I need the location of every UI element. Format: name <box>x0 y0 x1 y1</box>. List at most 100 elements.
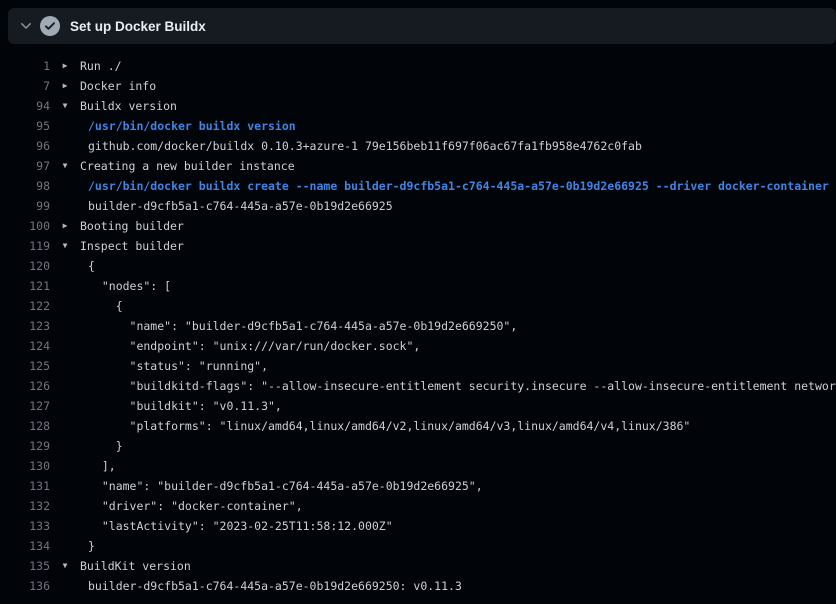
log-group-row[interactable]: 100▶Booting builder <box>0 216 836 236</box>
line-number[interactable]: 133 <box>0 516 50 536</box>
log-line: 96 github.com/docker/buildx 0.10.3+azure-… <box>0 136 836 156</box>
log-group-row[interactable]: 7▶Docker info <box>0 76 836 96</box>
triangle-down-icon[interactable]: ▼ <box>50 96 80 116</box>
output-text: "nodes": [ <box>80 276 171 296</box>
log-line: 128 "platforms": "linux/amd64,linux/amd6… <box>0 416 836 436</box>
line-number[interactable]: 129 <box>0 436 50 456</box>
check-circle-icon <box>40 16 60 36</box>
line-number[interactable]: 126 <box>0 376 50 396</box>
log-line: 123 "name": "builder-d9cfb5a1-c764-445a-… <box>0 316 836 336</box>
line-number[interactable]: 128 <box>0 416 50 436</box>
output-text: "name": "builder-d9cfb5a1-c764-445a-a57e… <box>80 316 517 336</box>
output-text: "platforms": "linux/amd64,linux/amd64/v2… <box>80 416 690 436</box>
line-number[interactable]: 96 <box>0 136 50 156</box>
log-line: 122 { <box>0 296 836 316</box>
output-text: github.com/docker/buildx 0.10.3+azure-1 … <box>80 136 642 156</box>
line-number[interactable]: 119 <box>0 236 50 256</box>
line-number[interactable]: 1 <box>0 56 50 76</box>
log-area: 1▶Run ./7▶Docker info94▼Buildx version95… <box>0 44 836 604</box>
log-group-row[interactable]: 135▼BuildKit version <box>0 556 836 576</box>
line-number[interactable]: 95 <box>0 116 50 136</box>
arrow-spacer <box>50 196 80 216</box>
line-number[interactable]: 97 <box>0 156 50 176</box>
line-number[interactable]: 127 <box>0 396 50 416</box>
arrow-spacer <box>50 476 80 496</box>
log-line: 95/usr/bin/docker buildx version <box>0 116 836 136</box>
group-title[interactable]: Run ./ <box>80 56 122 76</box>
triangle-right-icon[interactable]: ▶ <box>50 76 80 96</box>
log-line: 99 builder-d9cfb5a1-c764-445a-a57e-0b19d2… <box>0 196 836 216</box>
line-number[interactable]: 130 <box>0 456 50 476</box>
log-line: 127 "buildkit": "v0.11.3", <box>0 396 836 416</box>
step-title: Set up Docker Buildx <box>70 19 206 34</box>
line-number[interactable]: 120 <box>0 256 50 276</box>
log-line: 130 ], <box>0 456 836 476</box>
arrow-spacer <box>50 356 80 376</box>
line-number[interactable]: 121 <box>0 276 50 296</box>
log-line: 126 "buildkitd-flags": "--allow-insecure… <box>0 376 836 396</box>
output-text: "name": "builder-d9cfb5a1-c764-445a-a57e… <box>80 476 483 496</box>
triangle-down-icon[interactable]: ▼ <box>50 156 80 176</box>
arrow-spacer <box>50 396 80 416</box>
line-number[interactable]: 100 <box>0 216 50 236</box>
line-number[interactable]: 134 <box>0 536 50 556</box>
line-number[interactable]: 136 <box>0 576 50 596</box>
log-line: 136 builder-d9cfb5a1-c764-445a-a57e-0b19d… <box>0 576 836 596</box>
line-number[interactable]: 125 <box>0 356 50 376</box>
triangle-down-icon[interactable]: ▼ <box>50 556 80 576</box>
log-line: 124 "endpoint": "unix:///var/run/docker.… <box>0 336 836 356</box>
line-number[interactable]: 131 <box>0 476 50 496</box>
log-group-row[interactable]: 1▶Run ./ <box>0 56 836 76</box>
group-title[interactable]: Creating a new builder instance <box>80 156 295 176</box>
output-text: "buildkitd-flags": "--allow-insecure-ent… <box>80 376 836 396</box>
arrow-spacer <box>50 256 80 276</box>
line-number[interactable]: 124 <box>0 336 50 356</box>
actions-log-page: { "header": { "title": "Set up Docker Bu… <box>0 0 836 604</box>
log-line: 132 "driver": "docker-container", <box>0 496 836 516</box>
line-number[interactable]: 122 <box>0 296 50 316</box>
arrow-spacer <box>50 456 80 476</box>
log-line: 121 "nodes": [ <box>0 276 836 296</box>
arrow-spacer <box>50 416 80 436</box>
group-title[interactable]: Docker info <box>80 76 156 96</box>
output-text: "driver": "docker-container", <box>80 496 303 516</box>
group-title[interactable]: Inspect builder <box>80 236 184 256</box>
output-text: builder-d9cfb5a1-c764-445a-a57e-0b19d2e6… <box>80 576 462 596</box>
arrow-spacer <box>50 516 80 536</box>
log-line: 133 "lastActivity": "2023-02-25T11:58:12… <box>0 516 836 536</box>
log-line: 131 "name": "builder-d9cfb5a1-c764-445a-… <box>0 476 836 496</box>
log-line: 129 } <box>0 436 836 456</box>
group-title[interactable]: Buildx version <box>80 96 177 116</box>
triangle-down-icon[interactable]: ▼ <box>50 236 80 256</box>
output-text: { <box>80 256 95 276</box>
line-number[interactable]: 7 <box>0 76 50 96</box>
line-number[interactable]: 94 <box>0 96 50 116</box>
step-header[interactable]: Set up Docker Buildx <box>8 8 836 44</box>
output-text: } <box>80 436 123 456</box>
triangle-right-icon[interactable]: ▶ <box>50 56 80 76</box>
arrow-spacer <box>50 116 80 136</box>
triangle-right-icon[interactable]: ▶ <box>50 216 80 236</box>
arrow-spacer <box>50 316 80 336</box>
log-group-row[interactable]: 94▼Buildx version <box>0 96 836 116</box>
line-number[interactable]: 99 <box>0 196 50 216</box>
arrow-spacer <box>50 276 80 296</box>
group-title[interactable]: Booting builder <box>80 216 184 236</box>
arrow-spacer <box>50 436 80 456</box>
log-line: 120 { <box>0 256 836 276</box>
line-number[interactable]: 98 <box>0 176 50 196</box>
log-group-row[interactable]: 119▼Inspect builder <box>0 236 836 256</box>
output-text: ], <box>80 456 116 476</box>
line-number[interactable]: 135 <box>0 556 50 576</box>
log-line: 98/usr/bin/docker buildx create --name b… <box>0 176 836 196</box>
chevron-down-icon[interactable] <box>18 18 34 34</box>
log-line: 134} <box>0 536 836 556</box>
output-text: "endpoint": "unix:///var/run/docker.sock… <box>80 336 420 356</box>
line-number[interactable]: 123 <box>0 316 50 336</box>
output-text: builder-d9cfb5a1-c764-445a-a57e-0b19d2e6… <box>80 196 393 216</box>
arrow-spacer <box>50 576 80 596</box>
group-title[interactable]: BuildKit version <box>80 556 191 576</box>
log-group-row[interactable]: 97▼Creating a new builder instance <box>0 156 836 176</box>
arrow-spacer <box>50 496 80 516</box>
line-number[interactable]: 132 <box>0 496 50 516</box>
